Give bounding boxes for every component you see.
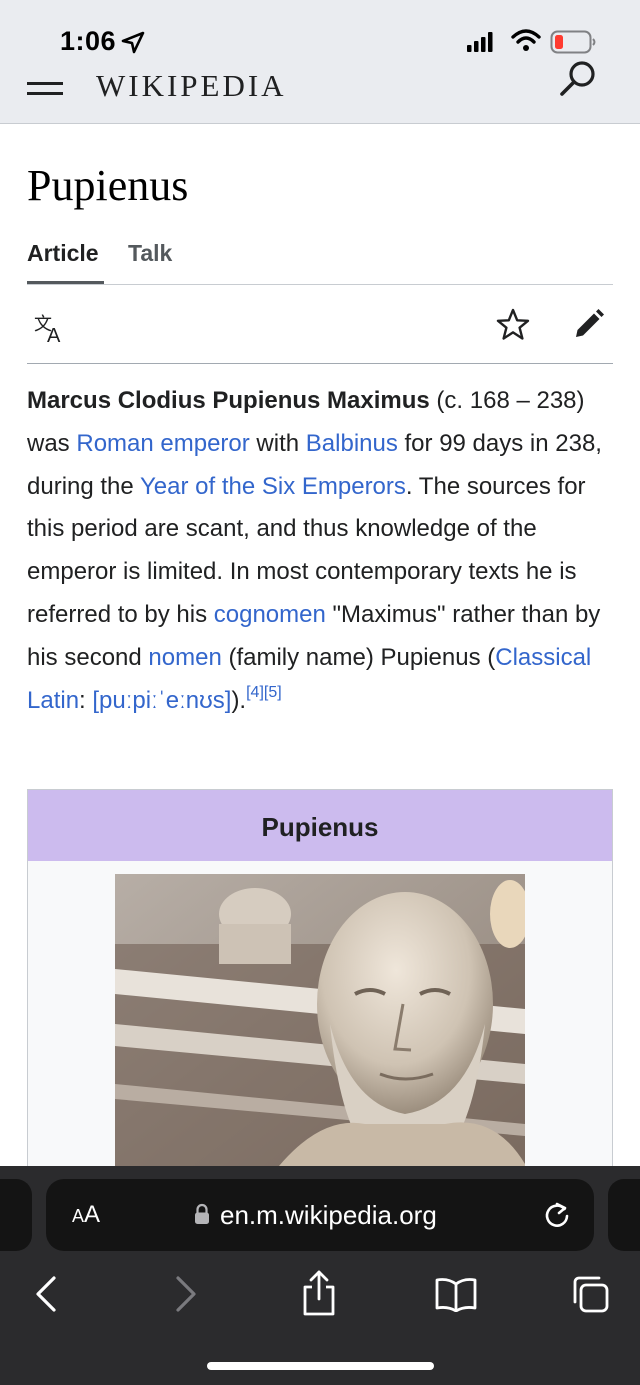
link-balbinus[interactable]: Balbinus: [306, 430, 398, 457]
lead-text: :: [79, 686, 93, 714]
tab-talk[interactable]: Talk: [128, 240, 172, 267]
wiki-header: 1:06 WIKIPEDIA: [0, 0, 640, 124]
lead-text: with: [249, 429, 306, 457]
wikipedia-wordmark[interactable]: WIKIPEDIA: [96, 64, 287, 98]
link-year-six-emperors[interactable]: Year of the Six Emperors: [140, 473, 406, 500]
hamburger-icon[interactable]: [27, 80, 63, 100]
lead-text: (family name) Pupienus (: [221, 643, 496, 671]
pupienus-bust-image[interactable]: [115, 874, 525, 1184]
svg-text:A: A: [47, 325, 61, 346]
address-bar[interactable]: AA en.m.wikipedia.org: [46, 1179, 594, 1251]
status-time: 1:06: [60, 26, 117, 56]
forward-icon[interactable]: [172, 1274, 200, 1314]
aa-small-letter: A: [72, 1206, 85, 1226]
infobox-title: Pupienus: [28, 790, 612, 861]
link-ipa-pronunciation[interactable]: [puːpiːˈeːnʊs]: [92, 687, 231, 714]
subject-name: Marcus Clodius Pupienus Maximus: [27, 387, 430, 414]
home-indicator[interactable]: [207, 1362, 434, 1370]
cellular-signal-icon: [467, 32, 493, 52]
tabs-divider: [27, 284, 613, 285]
page-title: Pupienus: [27, 161, 189, 210]
search-icon[interactable]: [556, 60, 596, 100]
url-text[interactable]: en.m.wikipedia.org: [220, 1200, 437, 1231]
reload-icon[interactable]: [542, 1201, 572, 1231]
tabs-icon[interactable]: [570, 1274, 610, 1314]
previous-tab-preview[interactable]: [0, 1179, 32, 1251]
battery-icon: [550, 30, 596, 54]
lead-text: ).: [231, 686, 247, 714]
reference-4[interactable]: [4]: [246, 684, 264, 701]
link-cognomen[interactable]: cognomen: [214, 601, 326, 628]
battery-level: [555, 35, 563, 49]
next-tab-preview[interactable]: [608, 1179, 640, 1251]
lead-paragraph: Marcus Clodius Pupienus Maximus (c. 168 …: [27, 380, 613, 722]
location-arrow-icon: [121, 31, 145, 54]
infobox: Pupienus: [27, 789, 613, 1189]
browser-toolbar: AA en.m.wikipedia.org: [0, 1166, 640, 1385]
aa-large-letter: A: [84, 1201, 101, 1228]
watch-star-icon[interactable]: [496, 308, 530, 342]
page-actions-bar: 文 A: [27, 300, 613, 364]
reader-settings-button[interactable]: AA: [72, 1201, 100, 1229]
lock-icon: [195, 1203, 209, 1224]
edit-pencil-icon[interactable]: [573, 308, 605, 340]
language-icon[interactable]: 文 A: [33, 310, 69, 346]
link-roman-emperor[interactable]: Roman emperor: [76, 430, 249, 457]
bookmarks-icon[interactable]: [434, 1276, 478, 1312]
back-icon[interactable]: [32, 1274, 60, 1314]
share-icon[interactable]: [300, 1269, 338, 1317]
link-nomen[interactable]: nomen: [148, 644, 221, 671]
wifi-icon: [511, 29, 541, 51]
reference-5[interactable]: [5]: [264, 684, 282, 701]
tab-article[interactable]: Article: [27, 240, 99, 267]
